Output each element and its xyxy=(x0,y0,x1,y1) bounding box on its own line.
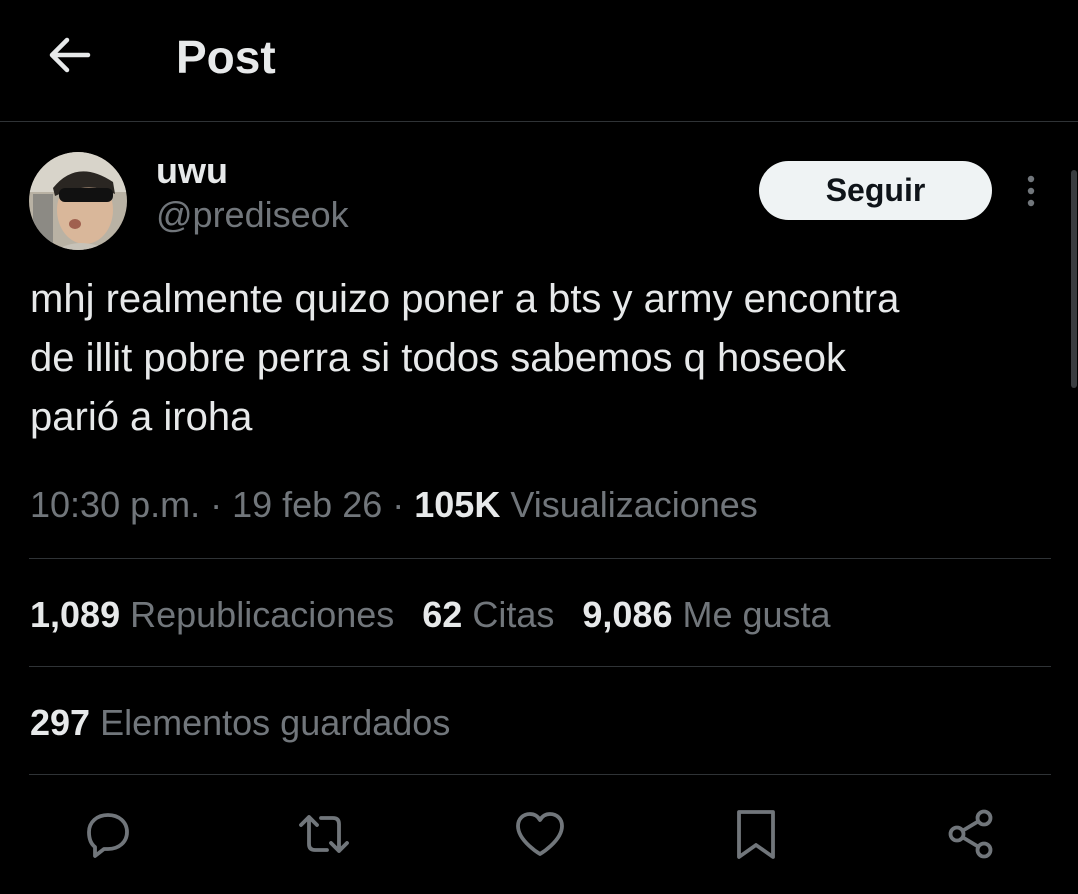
reposts-stat[interactable]: 1,089 Republicaciones xyxy=(30,594,394,635)
reply-icon xyxy=(87,813,129,858)
repost-icon xyxy=(299,815,349,853)
author-display-name[interactable]: uwu xyxy=(156,150,228,192)
views-count: 105K xyxy=(414,484,501,525)
bookmark-button[interactable] xyxy=(729,807,783,861)
quotes-stat[interactable]: 62 Citas xyxy=(422,594,554,635)
like-icon xyxy=(516,812,564,856)
bookmarks-count: 297 xyxy=(30,702,91,743)
bookmark-icon xyxy=(737,810,775,859)
avatar-photo xyxy=(29,152,127,250)
meta-separator: · xyxy=(200,484,233,525)
tweet-time[interactable]: 10:30 p.m. xyxy=(30,484,200,525)
likes-label: Me gusta xyxy=(682,594,831,635)
bookmarks-label: Elementos guardados xyxy=(100,702,451,743)
tweet-metadata: 10:30 p.m. · 19 feb 26 · 105K Visualizac… xyxy=(30,480,758,530)
divider xyxy=(29,666,1051,667)
views-label: Visualizaciones xyxy=(510,484,758,525)
tweet-text: mhj realmente quizo poner a bts y army e… xyxy=(30,277,900,439)
quotes-label: Citas xyxy=(472,594,555,635)
likes-stat[interactable]: 9,086 Me gusta xyxy=(582,594,830,635)
back-button[interactable] xyxy=(44,30,94,80)
divider xyxy=(29,774,1051,775)
likes-count: 9,086 xyxy=(582,594,673,635)
like-button[interactable] xyxy=(513,807,567,861)
author-handle[interactable]: @prediseok xyxy=(156,194,349,236)
more-options-button[interactable] xyxy=(1016,170,1046,214)
reply-button[interactable] xyxy=(81,807,135,861)
repost-button[interactable] xyxy=(297,807,351,861)
follow-button[interactable]: Seguir xyxy=(759,161,992,220)
page-title: Post xyxy=(176,31,276,83)
more-vertical-icon xyxy=(1027,175,1035,207)
arrow-left-icon xyxy=(49,37,91,73)
scrollbar[interactable] xyxy=(1071,170,1077,388)
avatar[interactable] xyxy=(29,152,127,250)
share-button[interactable] xyxy=(944,807,998,861)
reposts-count: 1,089 xyxy=(30,594,121,635)
divider xyxy=(29,558,1051,559)
bookmarks-stat[interactable]: 297 Elementos guardados xyxy=(30,698,450,748)
reposts-label: Republicaciones xyxy=(130,594,395,635)
top-bar: Post xyxy=(0,0,1078,122)
engagement-stats: 1,089 Republicaciones 62 Citas 9,086 Me gu… xyxy=(30,590,859,640)
quotes-count: 62 xyxy=(422,594,463,635)
meta-separator: · xyxy=(382,484,415,525)
share-icon xyxy=(948,809,993,859)
tweet-date[interactable]: 19 feb 26 xyxy=(232,484,382,525)
